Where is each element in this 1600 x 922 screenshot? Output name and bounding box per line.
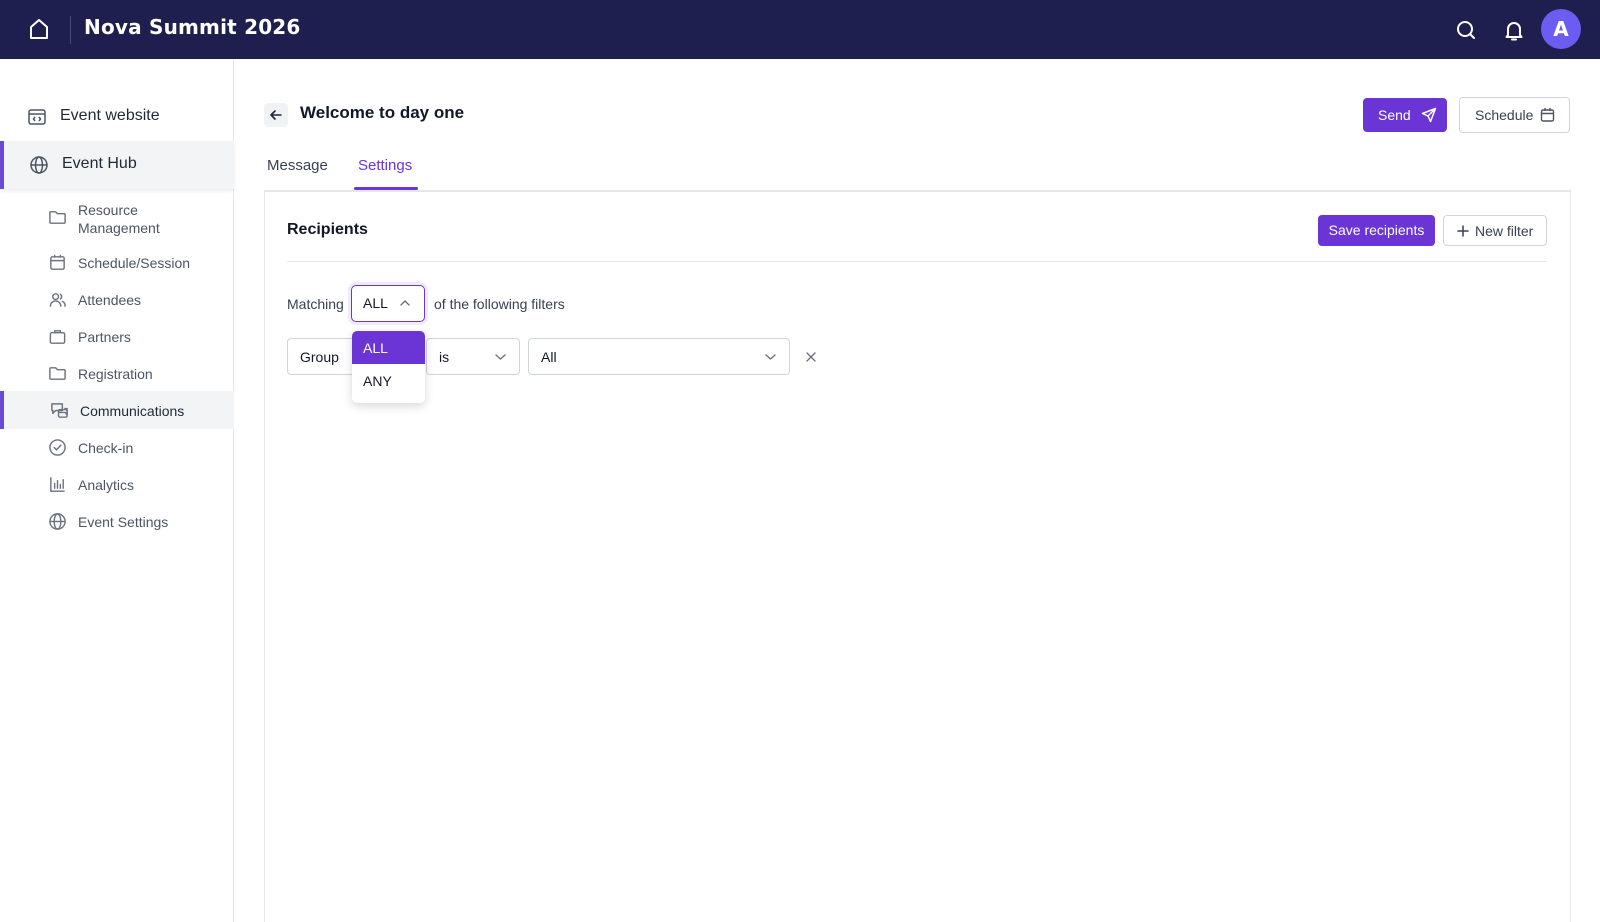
filter-value-value: All xyxy=(541,349,557,365)
following-filters-label: of the following filters xyxy=(434,296,565,312)
sidebar-item-label: Event website xyxy=(60,107,160,124)
sidebar-item-label: Event Settings xyxy=(78,514,169,530)
sidebar-item-schedule-session[interactable]: Schedule/Session xyxy=(0,243,234,281)
users-icon xyxy=(48,290,67,309)
filter-operator-value: is xyxy=(439,349,450,365)
schedule-button[interactable]: Schedule xyxy=(1459,97,1570,133)
filter-operator-select[interactable]: is xyxy=(426,338,520,375)
sidebar-item-event-hub[interactable]: Event Hub xyxy=(0,141,234,189)
globe-icon xyxy=(29,155,49,175)
match-option-any[interactable]: ANY xyxy=(352,364,425,397)
sidebar-item-analytics[interactable]: Analytics xyxy=(0,465,234,503)
sidebar-item-communications[interactable]: Communications xyxy=(0,391,234,429)
globe-icon xyxy=(48,512,67,531)
filter-field-value: Group xyxy=(300,349,339,365)
sidebar-item-event-settings[interactable]: Event Settings xyxy=(0,502,234,540)
match-mode-select[interactable]: ALL xyxy=(351,285,425,322)
arrow-left-icon xyxy=(270,110,282,120)
sidebar-item-attendees[interactable]: Attendees xyxy=(0,280,234,318)
sidebar-item-event-website[interactable]: Event website xyxy=(0,93,234,141)
sidebar-item-resource-management[interactable]: Resource Management xyxy=(0,194,234,240)
page-title: Welcome to day one xyxy=(300,103,465,122)
bar-chart-icon xyxy=(48,475,67,494)
tab-settings[interactable]: Settings xyxy=(358,157,412,174)
sidebar-item-label: Communications xyxy=(80,403,185,419)
chat-icon xyxy=(50,401,69,420)
recipients-title: Recipients xyxy=(287,221,368,238)
tab-message[interactable]: Message xyxy=(267,157,328,174)
match-option-all[interactable]: ALL xyxy=(352,331,425,364)
folder-icon xyxy=(48,364,67,383)
match-mode-dropdown: ALL ANY xyxy=(352,331,425,403)
back-button[interactable] xyxy=(264,103,288,127)
top-bar: Nova Summit 2026 A xyxy=(0,0,1600,59)
sidebar-item-label: Attendees xyxy=(78,292,142,308)
remove-filter-icon[interactable] xyxy=(804,349,818,363)
sidebar-item-label: Resource Management xyxy=(78,202,160,236)
bell-icon[interactable] xyxy=(1502,18,1526,42)
folder-icon xyxy=(48,208,67,227)
save-recipients-button[interactable]: Save recipients xyxy=(1318,215,1435,246)
chevron-down-icon xyxy=(765,354,776,360)
home-icon[interactable] xyxy=(28,17,50,41)
send-button[interactable]: Send xyxy=(1363,98,1447,132)
plus-icon xyxy=(1457,225,1469,237)
match-option-label: ANY xyxy=(363,373,392,389)
topbar-divider xyxy=(70,16,71,44)
match-mode-value: ALL xyxy=(363,295,388,311)
new-filter-button[interactable]: New filter xyxy=(1443,215,1547,246)
avatar[interactable]: A xyxy=(1541,9,1581,49)
sidebar-item-registration[interactable]: Registration xyxy=(0,354,234,392)
check-circle-icon xyxy=(48,438,67,457)
sidebar-item-label: Event Hub xyxy=(62,155,137,172)
sidebar-item-label: Partners xyxy=(78,329,131,345)
sidebar-item-label: Check-in xyxy=(78,440,134,456)
sidebar-item-label: Schedule/Session xyxy=(78,255,191,271)
sidebar: Event website Event Hub Resource Managem… xyxy=(0,59,234,922)
new-filter-label: New filter xyxy=(1475,223,1534,239)
filter-field-select[interactable]: Group xyxy=(287,338,357,375)
search-icon[interactable] xyxy=(1454,18,1478,42)
calendar-icon xyxy=(1540,108,1555,122)
calendar-icon xyxy=(48,253,67,272)
filter-value-select[interactable]: All xyxy=(528,338,790,375)
chevron-up-icon xyxy=(400,300,410,306)
match-option-label: ALL xyxy=(363,340,388,356)
send-button-label: Send xyxy=(1378,107,1411,123)
chevron-down-icon xyxy=(495,354,506,360)
paper-plane-icon xyxy=(1421,107,1437,123)
sidebar-item-partners[interactable]: Partners xyxy=(0,317,234,355)
sidebar-item-label: Registration xyxy=(78,366,153,382)
sidebar-item-check-in[interactable]: Check-in xyxy=(0,428,234,466)
app-title: Nova Summit 2026 xyxy=(84,15,301,39)
sidebar-item-label: Analytics xyxy=(78,477,135,493)
briefcase-icon xyxy=(48,327,67,346)
website-icon xyxy=(27,107,47,127)
card-divider xyxy=(287,261,1547,262)
matching-label: Matching xyxy=(287,296,344,312)
schedule-button-label: Schedule xyxy=(1475,107,1534,123)
